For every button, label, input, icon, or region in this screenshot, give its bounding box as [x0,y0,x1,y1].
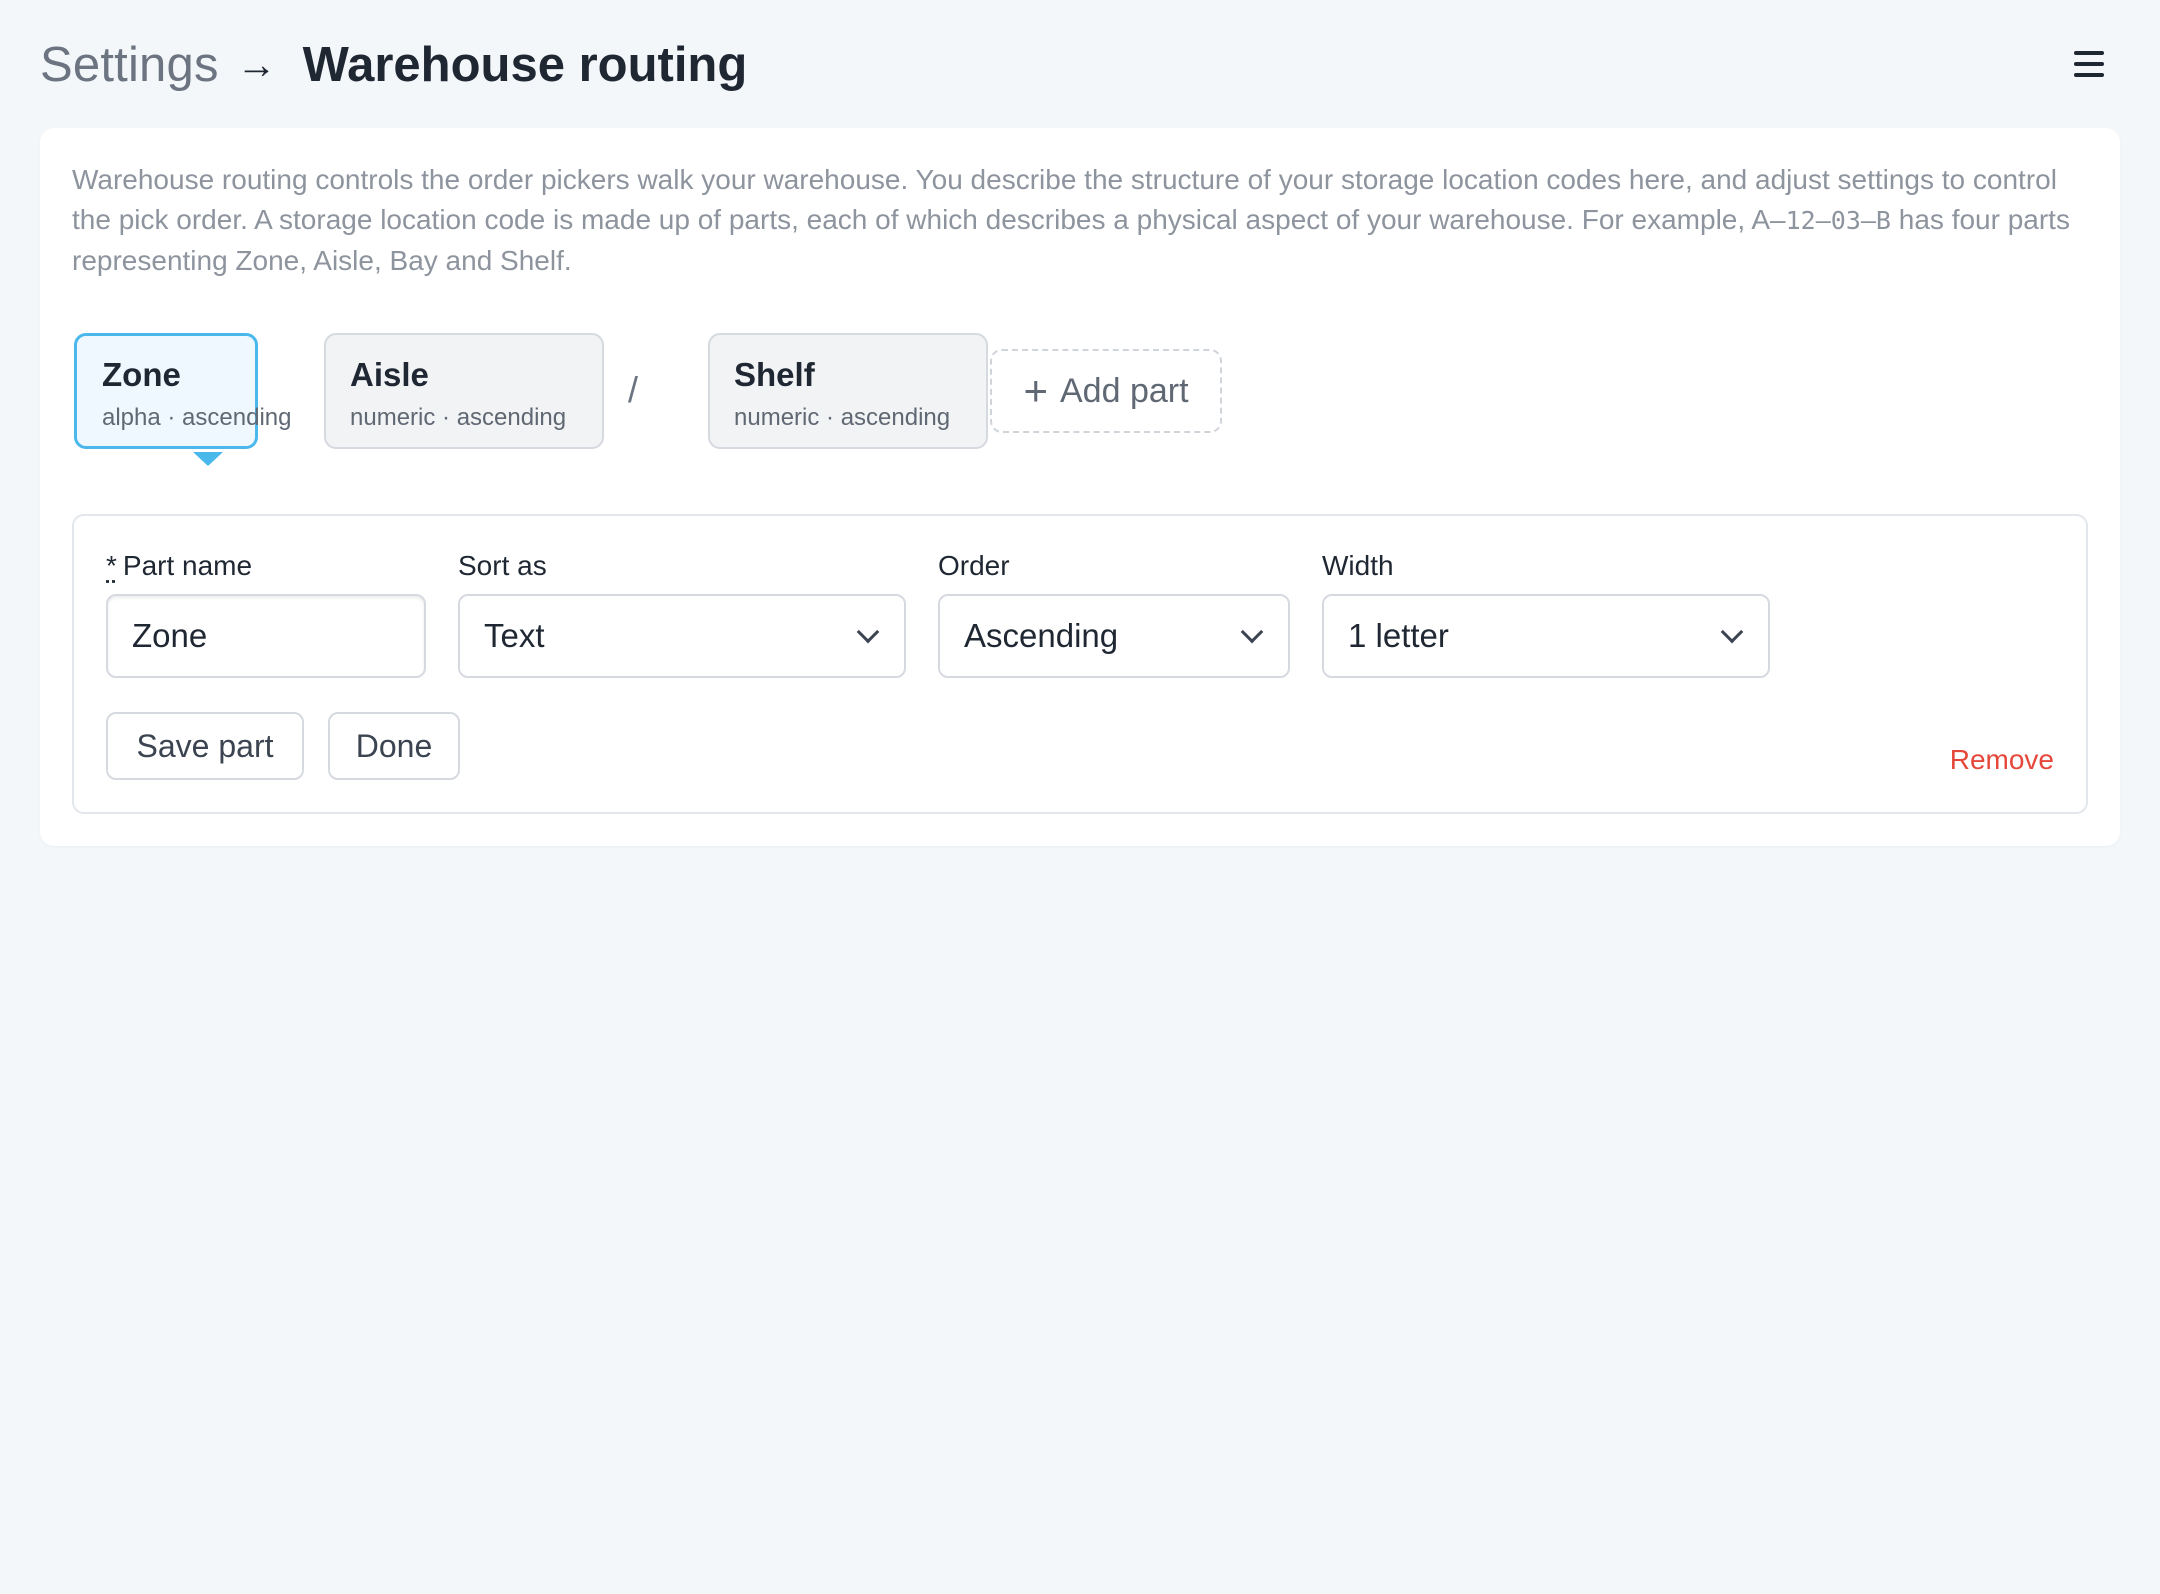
intro-description: Warehouse routing controls the order pic… [72,160,2092,281]
save-part-button[interactable]: Save part [106,712,304,780]
sort-as-label: Sort as [458,550,547,581]
order-value: Ascending [964,617,1119,654]
routing-card: Warehouse routing controls the order pic… [40,128,2120,846]
order-select[interactable]: Ascending [938,594,1290,678]
sort-as-value: Text [484,617,545,654]
chevron-down-icon [1720,620,1744,644]
width-value: 1 letter [1348,617,1449,654]
page-title: Warehouse routing [302,38,748,92]
intro-text-1: Warehouse routing controls the order pic… [72,164,2057,235]
part-chip-name: Aisle [350,356,429,393]
part-chip-zone[interactable]: Zone alpha · ascending [74,333,292,466]
part-chip-meta: numeric · ascending [734,404,951,431]
part-chip-meta: numeric · ascending [350,404,567,431]
part-name-label-text: Part name [122,550,253,581]
add-part-label: Add part [1060,371,1189,410]
sort-as-select[interactable]: Text [458,594,906,678]
part-editor: * Part name Zone Sort as Text Order Ascen… [72,514,2088,814]
selected-caret-icon [193,452,223,466]
chevron-down-icon [856,620,880,644]
part-separator: / [628,369,639,410]
part-name-value: Zone [132,617,208,654]
intro-example-code: 12–03–B [1785,206,1891,235]
width-select[interactable]: 1 letter [1322,594,1770,678]
order-label: Order [938,550,1010,581]
required-marker: * [106,550,117,581]
arrow-right-icon: → [236,42,277,87]
part-chip-name: Shelf [734,356,815,393]
part-name-label: * Part name [106,550,252,582]
part-chip-shelf[interactable]: Shelf numeric · ascending [708,333,988,449]
done-button[interactable]: Done [328,712,460,780]
part-chip-aisle[interactable]: Aisle numeric · ascending [324,333,604,449]
remove-part-link[interactable]: Remove [1950,744,2054,776]
part-name-input[interactable]: Zone [106,594,426,678]
plus-icon: + [1023,367,1048,414]
add-part-button[interactable]: + Add part [990,349,1222,433]
hamburger-menu-icon[interactable] [2074,51,2104,77]
breadcrumb-settings[interactable]: Settings [40,37,219,93]
width-label: Width [1322,550,1394,581]
part-chip-meta: alpha · ascending [102,404,292,431]
chevron-down-icon [1240,620,1264,644]
part-chip-name: Zone [102,356,181,393]
page-header: Settings → Warehouse routing [40,30,2120,100]
